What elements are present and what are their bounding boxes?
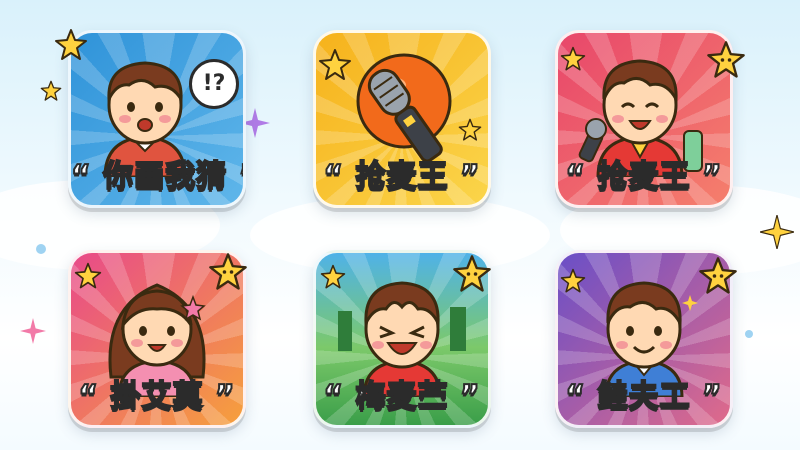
speech-bubble: !? bbox=[189, 59, 239, 109]
tile-draw-guess[interactable]: !? “ 你画我猜 ” bbox=[68, 30, 246, 208]
star-icon bbox=[55, 29, 87, 60]
star-icon bbox=[320, 264, 346, 289]
tile-grid: !? “ 你画我猜 ” “ 抢麦王 ” “ 抢麦王 ” “ 掛艾莫 ” “ 梅麦… bbox=[0, 0, 800, 450]
star-icon bbox=[560, 268, 586, 293]
star-icon bbox=[707, 41, 745, 78]
star-icon bbox=[699, 257, 737, 294]
tile-caption: “ 你画我猜 ” bbox=[71, 158, 246, 195]
tile-caption: “ 梅麦苎 ” bbox=[322, 378, 481, 415]
star-icon bbox=[40, 80, 62, 101]
tile-caption: “ 抢麦王 ” bbox=[564, 158, 723, 195]
star-icon bbox=[458, 118, 482, 141]
tile-caption: “ 掛艾莫 ” bbox=[77, 378, 236, 415]
tile-caption: “ 抢麦王 ” bbox=[322, 158, 481, 195]
star-icon bbox=[319, 49, 351, 80]
star-icon bbox=[560, 46, 586, 71]
star-icon bbox=[74, 262, 102, 289]
star-icon bbox=[453, 255, 491, 292]
star-icon bbox=[209, 253, 247, 290]
tile-caption: “ 鲑夫工 ” bbox=[564, 378, 723, 415]
